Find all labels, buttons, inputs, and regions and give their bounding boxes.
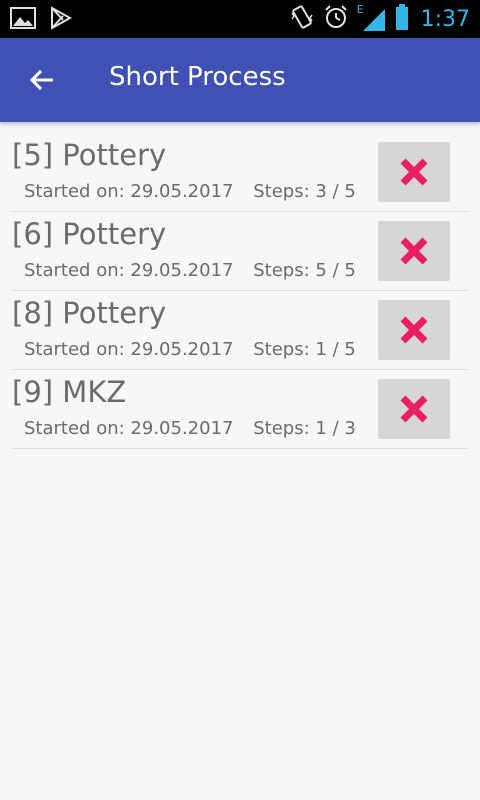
back-button[interactable] — [22, 60, 62, 100]
steps-label: Steps: — [253, 260, 310, 281]
process-item[interactable]: [5] Pottery Started on: 29.05.2017 Steps… — [12, 133, 468, 212]
gallery-icon — [10, 6, 36, 34]
app-bar: Short Process — [0, 38, 480, 122]
close-icon — [400, 158, 428, 186]
steps-value: 1 / 3 — [315, 418, 356, 439]
process-meta: Started on: 29.05.2017 Steps: 5 / 5 — [24, 260, 356, 281]
steps-value: 5 / 5 — [315, 260, 356, 281]
alarm-icon — [323, 4, 349, 34]
delete-button[interactable] — [378, 142, 450, 202]
process-title: [8] Pottery — [12, 296, 167, 330]
process-list: [5] Pottery Started on: 29.05.2017 Steps… — [12, 133, 468, 449]
process-meta: Started on: 29.05.2017 Steps: 1 / 3 — [24, 418, 356, 439]
steps-label: Steps: — [253, 339, 310, 360]
started-date: 29.05.2017 — [130, 339, 234, 360]
started-date: 29.05.2017 — [130, 418, 234, 439]
process-title: [6] Pottery — [12, 217, 167, 251]
started-date: 29.05.2017 — [130, 181, 234, 202]
delete-button[interactable] — [378, 221, 450, 281]
vibrate-icon — [289, 3, 315, 35]
started-label: Started on: — [24, 181, 125, 202]
process-item[interactable]: [9] MKZ Started on: 29.05.2017 Steps: 1 … — [12, 370, 468, 449]
status-system-icons: E 1:37 — [289, 0, 470, 38]
play-store-icon — [50, 6, 73, 34]
steps-value: 1 / 5 — [315, 339, 356, 360]
arrow-left-icon — [29, 69, 53, 91]
started-date: 29.05.2017 — [130, 260, 234, 281]
close-icon — [400, 395, 428, 423]
process-item[interactable]: [6] Pottery Started on: 29.05.2017 Steps… — [12, 212, 468, 291]
process-item[interactable]: [8] Pottery Started on: 29.05.2017 Steps… — [12, 291, 468, 370]
status-notifications — [10, 6, 73, 34]
delete-button[interactable] — [378, 300, 450, 360]
status-bar: E 1:37 — [0, 0, 480, 38]
delete-button[interactable] — [378, 379, 450, 439]
close-icon — [400, 316, 428, 344]
process-title: [9] MKZ — [12, 375, 127, 409]
status-time: 1:37 — [420, 6, 470, 32]
process-meta: Started on: 29.05.2017 Steps: 3 / 5 — [24, 181, 356, 202]
started-label: Started on: — [24, 418, 125, 439]
started-label: Started on: — [24, 339, 125, 360]
page-title: Short Process — [109, 62, 286, 92]
battery-icon — [395, 3, 409, 35]
signal-icon: E — [357, 3, 387, 33]
process-meta: Started on: 29.05.2017 Steps: 1 / 5 — [24, 339, 356, 360]
started-label: Started on: — [24, 260, 125, 281]
close-icon — [400, 237, 428, 265]
process-title: [5] Pottery — [12, 138, 167, 172]
steps-label: Steps: — [253, 418, 310, 439]
steps-value: 3 / 5 — [315, 181, 356, 202]
steps-label: Steps: — [253, 181, 310, 202]
